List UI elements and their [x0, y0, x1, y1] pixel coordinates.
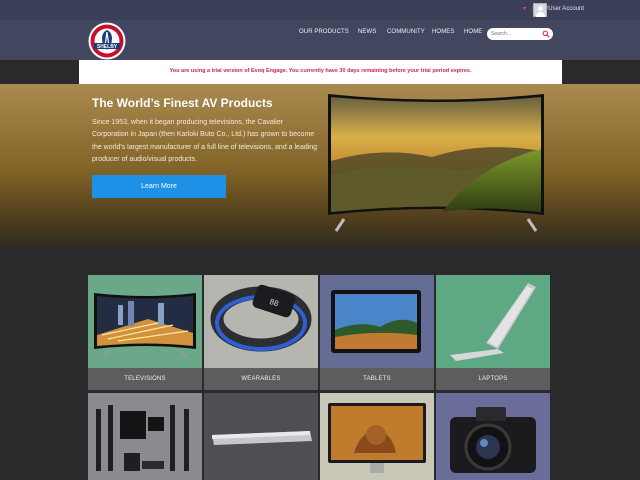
- hero-title: The World’s Finest AV Products: [92, 96, 273, 110]
- category-label: TELEVISIONS: [88, 368, 202, 390]
- search-input[interactable]: [491, 29, 539, 39]
- nav-item-community[interactable]: COMMUNITY: [387, 29, 425, 39]
- nav-item-our-products[interactable]: OUR PRODUCTS: [299, 29, 349, 39]
- monitor-image: [320, 393, 434, 480]
- tablet-image: [320, 275, 434, 368]
- trial-notice-banner: You are using a trial version of Evoq En…: [79, 60, 562, 84]
- fitness-band-image: 88: [204, 275, 318, 368]
- nav-item-news[interactable]: NEWS: [358, 29, 376, 39]
- camera-image: [436, 393, 550, 480]
- media-player-image: [204, 393, 318, 480]
- speaker-system-image: [88, 393, 202, 480]
- category-tablets[interactable]: TABLETS: [320, 275, 434, 390]
- category-speaker-systems[interactable]: [88, 393, 202, 480]
- category-laptops[interactable]: LAPTOPS: [436, 275, 550, 390]
- category-cameras[interactable]: [436, 393, 550, 480]
- category-label: WEARABLES: [204, 368, 318, 390]
- learn-more-button[interactable]: Learn More: [92, 175, 226, 198]
- curved-tv-image: [328, 94, 544, 232]
- category-label: LAPTOPS: [436, 368, 550, 390]
- category-wearables[interactable]: 88 WEARABLES: [204, 275, 318, 390]
- shelby-logo[interactable]: SHELBY: [88, 22, 126, 60]
- logo-text: SHELBY: [97, 44, 118, 50]
- category-monitors[interactable]: [320, 393, 434, 480]
- hero-description: Since 1953, when it began producing tele…: [92, 119, 318, 164]
- search-icon[interactable]: [542, 30, 550, 38]
- category-media-players[interactable]: [204, 393, 318, 480]
- television-image: [88, 275, 202, 368]
- category-televisions[interactable]: TELEVISIONS: [88, 275, 202, 390]
- avatar[interactable]: [533, 3, 547, 17]
- laptop-image: [436, 275, 550, 368]
- search-box: [487, 28, 553, 40]
- nav-item-homes[interactable]: HOMES: [432, 29, 455, 39]
- nav-item-home[interactable]: HOME: [464, 29, 482, 39]
- account-caret-icon[interactable]: ▾: [523, 5, 526, 12]
- trial-notice-text: You are using a trial version of Evoq En…: [169, 68, 472, 74]
- category-label: TABLETS: [320, 368, 434, 390]
